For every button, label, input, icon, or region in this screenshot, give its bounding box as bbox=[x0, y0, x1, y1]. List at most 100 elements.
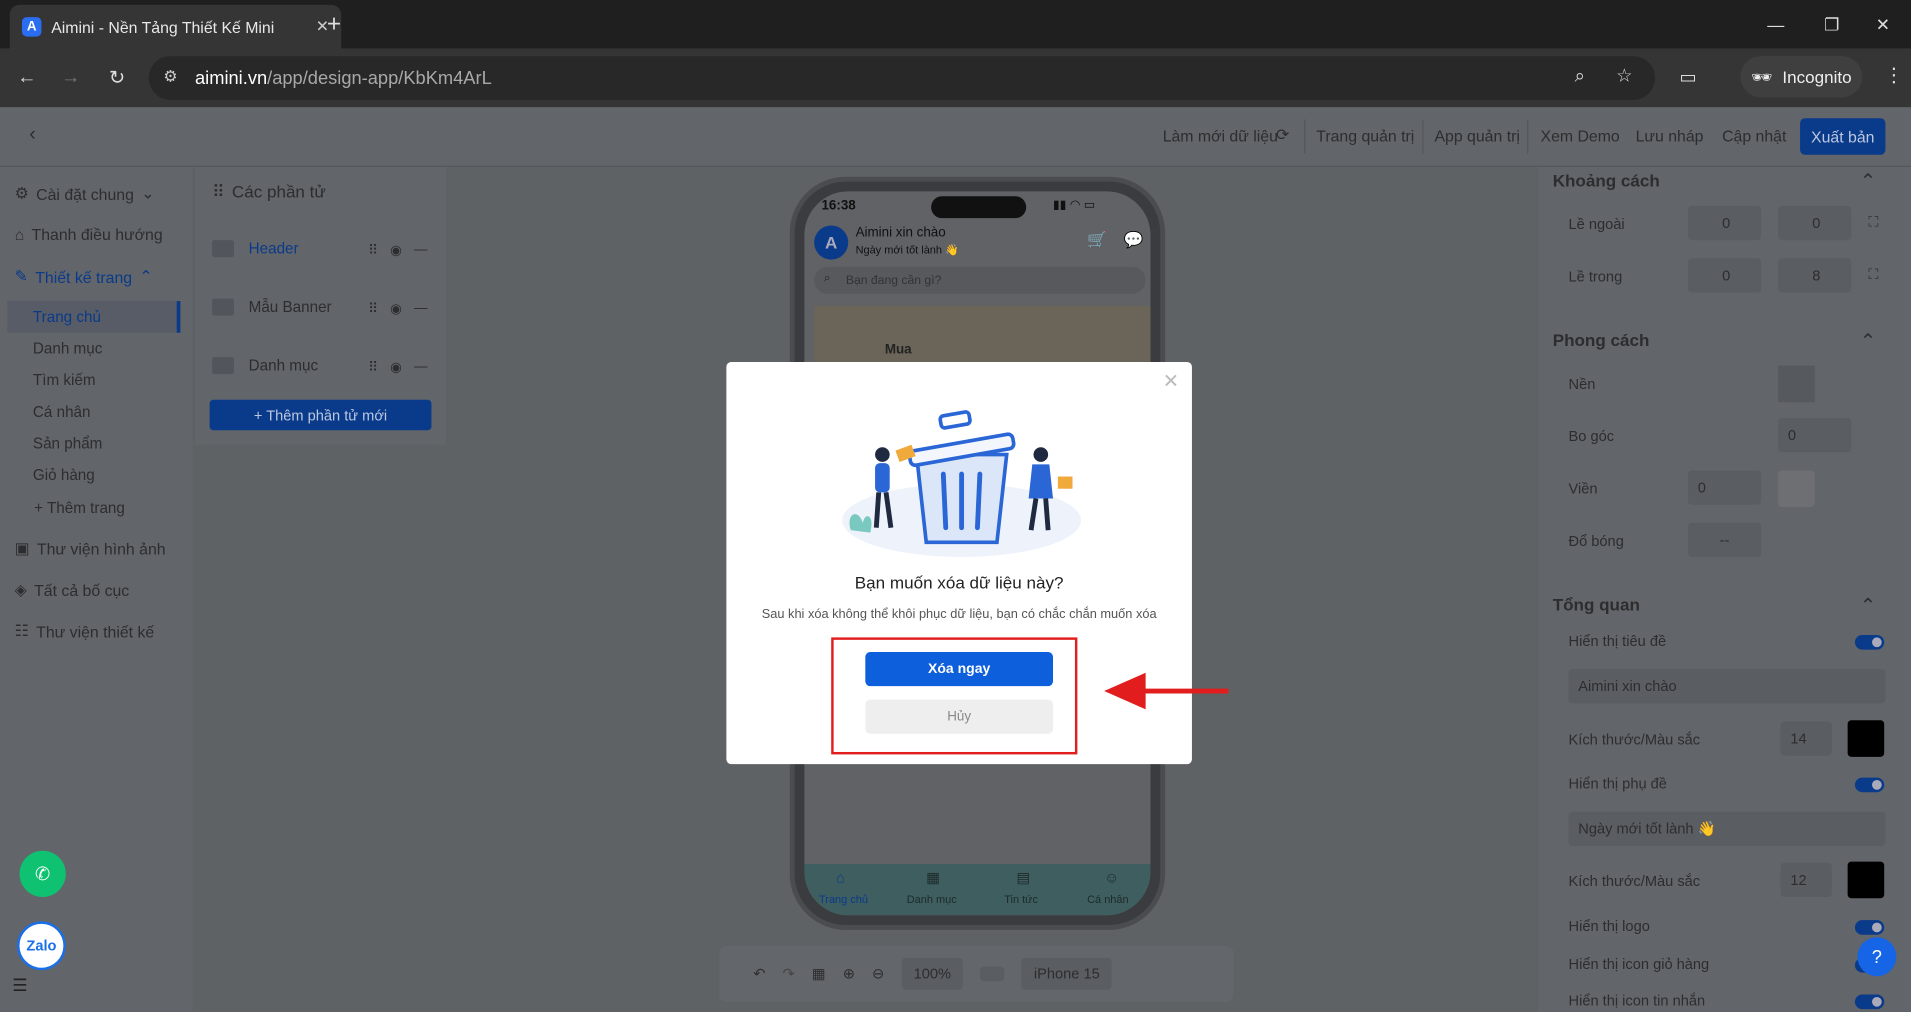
outer-margin-label: Lề ngoài bbox=[1568, 215, 1625, 233]
reload-icon[interactable]: ↻ bbox=[102, 63, 131, 92]
eye-icon[interactable]: ◉ bbox=[390, 243, 402, 259]
element-row[interactable]: Danh mục bbox=[212, 357, 318, 375]
phone-tab-news: Tin tức bbox=[1004, 893, 1039, 906]
chevron-up-icon[interactable]: ⌃ bbox=[1860, 329, 1876, 353]
undo-icon[interactable]: ↶ bbox=[753, 965, 765, 982]
refresh-data-button[interactable]: Làm mới dữ liệu bbox=[1163, 127, 1278, 145]
banner-block-icon bbox=[212, 298, 234, 316]
cancel-button[interactable]: Hủy bbox=[865, 699, 1053, 734]
outer-margin-horizontal[interactable]: 0 bbox=[1778, 205, 1852, 241]
admin-page-link[interactable]: Trang quản trị bbox=[1316, 127, 1414, 145]
radius-input[interactable]: 0 bbox=[1778, 418, 1852, 453]
view-demo-button[interactable]: Xem Demo bbox=[1541, 127, 1620, 145]
site-settings-icon[interactable]: ⚙ bbox=[163, 67, 177, 87]
title-size-input[interactable]: 14 bbox=[1780, 721, 1832, 756]
bookmark-star-icon[interactable]: ☆ bbox=[1616, 65, 1632, 87]
platform-select[interactable] bbox=[980, 966, 1005, 982]
background-swatch[interactable] bbox=[1778, 365, 1815, 403]
page-item-products[interactable]: Sản phẩm bbox=[33, 435, 102, 452]
page-item-category[interactable]: Danh mục bbox=[33, 340, 102, 357]
element-row[interactable]: Header bbox=[212, 240, 299, 258]
zoom-icon[interactable]: ⌕ bbox=[1575, 66, 1585, 87]
restore-icon[interactable]: ❐ bbox=[1804, 0, 1860, 49]
inner-padding-vertical[interactable]: 0 bbox=[1687, 258, 1762, 293]
page-item-profile[interactable]: Cá nhân bbox=[33, 403, 91, 420]
device-select[interactable]: iPhone 15 bbox=[1021, 957, 1112, 990]
expand-icon[interactable]: ⛶ bbox=[1868, 266, 1878, 284]
phone-call-button[interactable]: ✆ bbox=[19, 850, 66, 897]
browser-tab[interactable]: A Aimini - Nền Tảng Thiết Kế Mini ✕ bbox=[9, 4, 342, 49]
drag-icon[interactable]: ⠿ bbox=[368, 360, 378, 376]
elements-panel: ⠿ Các phần tử Header ⠿ ◉ — Mẫu Banner ⠿ ◉ — … bbox=[195, 166, 447, 445]
redo-icon[interactable]: ↷ bbox=[783, 965, 795, 982]
chevron-up-icon[interactable]: ⌃ bbox=[1860, 594, 1876, 618]
sidebar-item-design-lib[interactable]: ☷ Thư viện thiết kế bbox=[15, 622, 155, 642]
spacing-heading: Khoảng cách bbox=[1552, 170, 1660, 191]
page-item-search[interactable]: Tìm kiếm bbox=[33, 372, 96, 389]
close-icon[interactable]: ✕ bbox=[1163, 369, 1179, 393]
cart-icon: 🛒 bbox=[1087, 230, 1107, 249]
sidebar-item-images[interactable]: ▣ Thư viện hình ảnh bbox=[15, 539, 166, 559]
eye-icon[interactable]: ◉ bbox=[390, 360, 402, 376]
sidebar-item-page-design[interactable]: ✎ Thiết kế trang ⌃ bbox=[15, 267, 153, 287]
remove-icon[interactable]: — bbox=[414, 360, 427, 376]
close-window-icon[interactable]: ✕ bbox=[1855, 0, 1911, 49]
show-title-toggle[interactable] bbox=[1854, 634, 1885, 650]
subtitle-size-input[interactable]: 12 bbox=[1780, 862, 1832, 897]
save-draft-button[interactable]: Lưu nháp bbox=[1636, 127, 1704, 145]
new-tab-button[interactable]: + bbox=[319, 10, 348, 39]
show-subtitle-toggle[interactable] bbox=[1854, 777, 1885, 793]
admin-app-link[interactable]: App quản trị bbox=[1434, 127, 1519, 145]
publish-button[interactable]: Xuất bản bbox=[1800, 118, 1886, 155]
incognito-badge[interactable]: 🕶 Incognito bbox=[1740, 56, 1863, 98]
border-input[interactable]: 0 bbox=[1687, 470, 1762, 505]
show-msg-icon-toggle[interactable] bbox=[1854, 994, 1885, 1010]
remove-icon[interactable]: — bbox=[414, 243, 427, 259]
sidebar-item-general[interactable]: ⚙ Cài đặt chung ⌄ bbox=[15, 184, 155, 204]
eye-icon[interactable]: ◉ bbox=[390, 301, 402, 317]
zoom-select[interactable]: 100% bbox=[901, 957, 964, 990]
zoom-in-icon[interactable]: ⊕ bbox=[843, 965, 855, 982]
inner-padding-horizontal[interactable]: 8 bbox=[1778, 258, 1852, 293]
expand-icon[interactable]: ⛶ bbox=[1868, 213, 1878, 231]
zalo-chat-button[interactable]: Zalo bbox=[17, 921, 66, 971]
page-item-home[interactable]: Trang chủ bbox=[33, 308, 101, 325]
chevron-up-icon[interactable]: ⌃ bbox=[1860, 169, 1876, 193]
show-logo-label: Hiển thị logo bbox=[1568, 917, 1650, 935]
incognito-icon: 🕶 bbox=[1750, 66, 1773, 86]
address-bar[interactable]: ⚙ aimini.vn/app/design-app/KbKm4ArL ⌕ ☆ bbox=[148, 56, 1656, 100]
subtitle-size-label: Kích thước/Màu sắc bbox=[1568, 872, 1701, 890]
sidebar-item-navbar[interactable]: ⌂ Thanh điều hướng bbox=[15, 225, 163, 243]
border-color-swatch[interactable] bbox=[1778, 470, 1815, 507]
browser-menu-icon[interactable]: ⋮ bbox=[1884, 63, 1904, 87]
add-page-button[interactable]: + Thêm trang bbox=[34, 500, 125, 517]
title-input[interactable]: Aimini xin chào bbox=[1568, 669, 1886, 704]
sidebar-item-layouts[interactable]: ◈ Tất cả bố cục bbox=[15, 580, 130, 600]
grid-toggle-icon[interactable]: ▦ bbox=[812, 965, 826, 982]
subtitle-input[interactable]: Ngày mới tốt lành 👋 bbox=[1568, 811, 1886, 846]
shadow-select[interactable]: -- bbox=[1687, 522, 1762, 557]
show-logo-toggle[interactable] bbox=[1854, 920, 1885, 935]
drag-icon[interactable]: ⠿ bbox=[368, 301, 378, 317]
title-color-swatch[interactable] bbox=[1847, 720, 1885, 757]
browser-toolbar: ← → ↻ ⚙ aimini.vn/app/design-app/KbKm4Ar… bbox=[0, 48, 1911, 108]
back-icon[interactable]: ← bbox=[12, 63, 41, 92]
remove-icon[interactable]: — bbox=[414, 301, 427, 317]
minimize-icon[interactable]: — bbox=[1748, 0, 1804, 49]
cast-icon[interactable]: ▭ bbox=[1679, 66, 1696, 88]
browser-tab-bar: A Aimini - Nền Tảng Thiết Kế Mini ✕ + — … bbox=[0, 0, 1911, 49]
forward-icon[interactable]: → bbox=[56, 63, 85, 92]
delete-now-button[interactable]: Xóa ngay bbox=[865, 652, 1053, 687]
help-button[interactable]: ? bbox=[1857, 937, 1897, 977]
subtitle-color-swatch[interactable] bbox=[1847, 861, 1885, 899]
outer-margin-vertical[interactable]: 0 bbox=[1687, 205, 1762, 241]
page-item-cart[interactable]: Giỏ hàng bbox=[33, 467, 95, 484]
phone-tab-profile: Cá nhân bbox=[1087, 893, 1129, 906]
update-button[interactable]: Cập nhật bbox=[1722, 127, 1786, 145]
element-row[interactable]: Mẫu Banner bbox=[212, 298, 332, 316]
add-element-button[interactable]: + Thêm phần tử mới bbox=[209, 399, 432, 431]
back-arrow-icon[interactable]: ‹ bbox=[29, 124, 35, 146]
drag-icon[interactable]: ⠿ bbox=[368, 243, 378, 259]
hamburger-menu-icon[interactable]: ☰ bbox=[12, 975, 27, 996]
zoom-out-icon[interactable]: ⊖ bbox=[872, 965, 884, 982]
